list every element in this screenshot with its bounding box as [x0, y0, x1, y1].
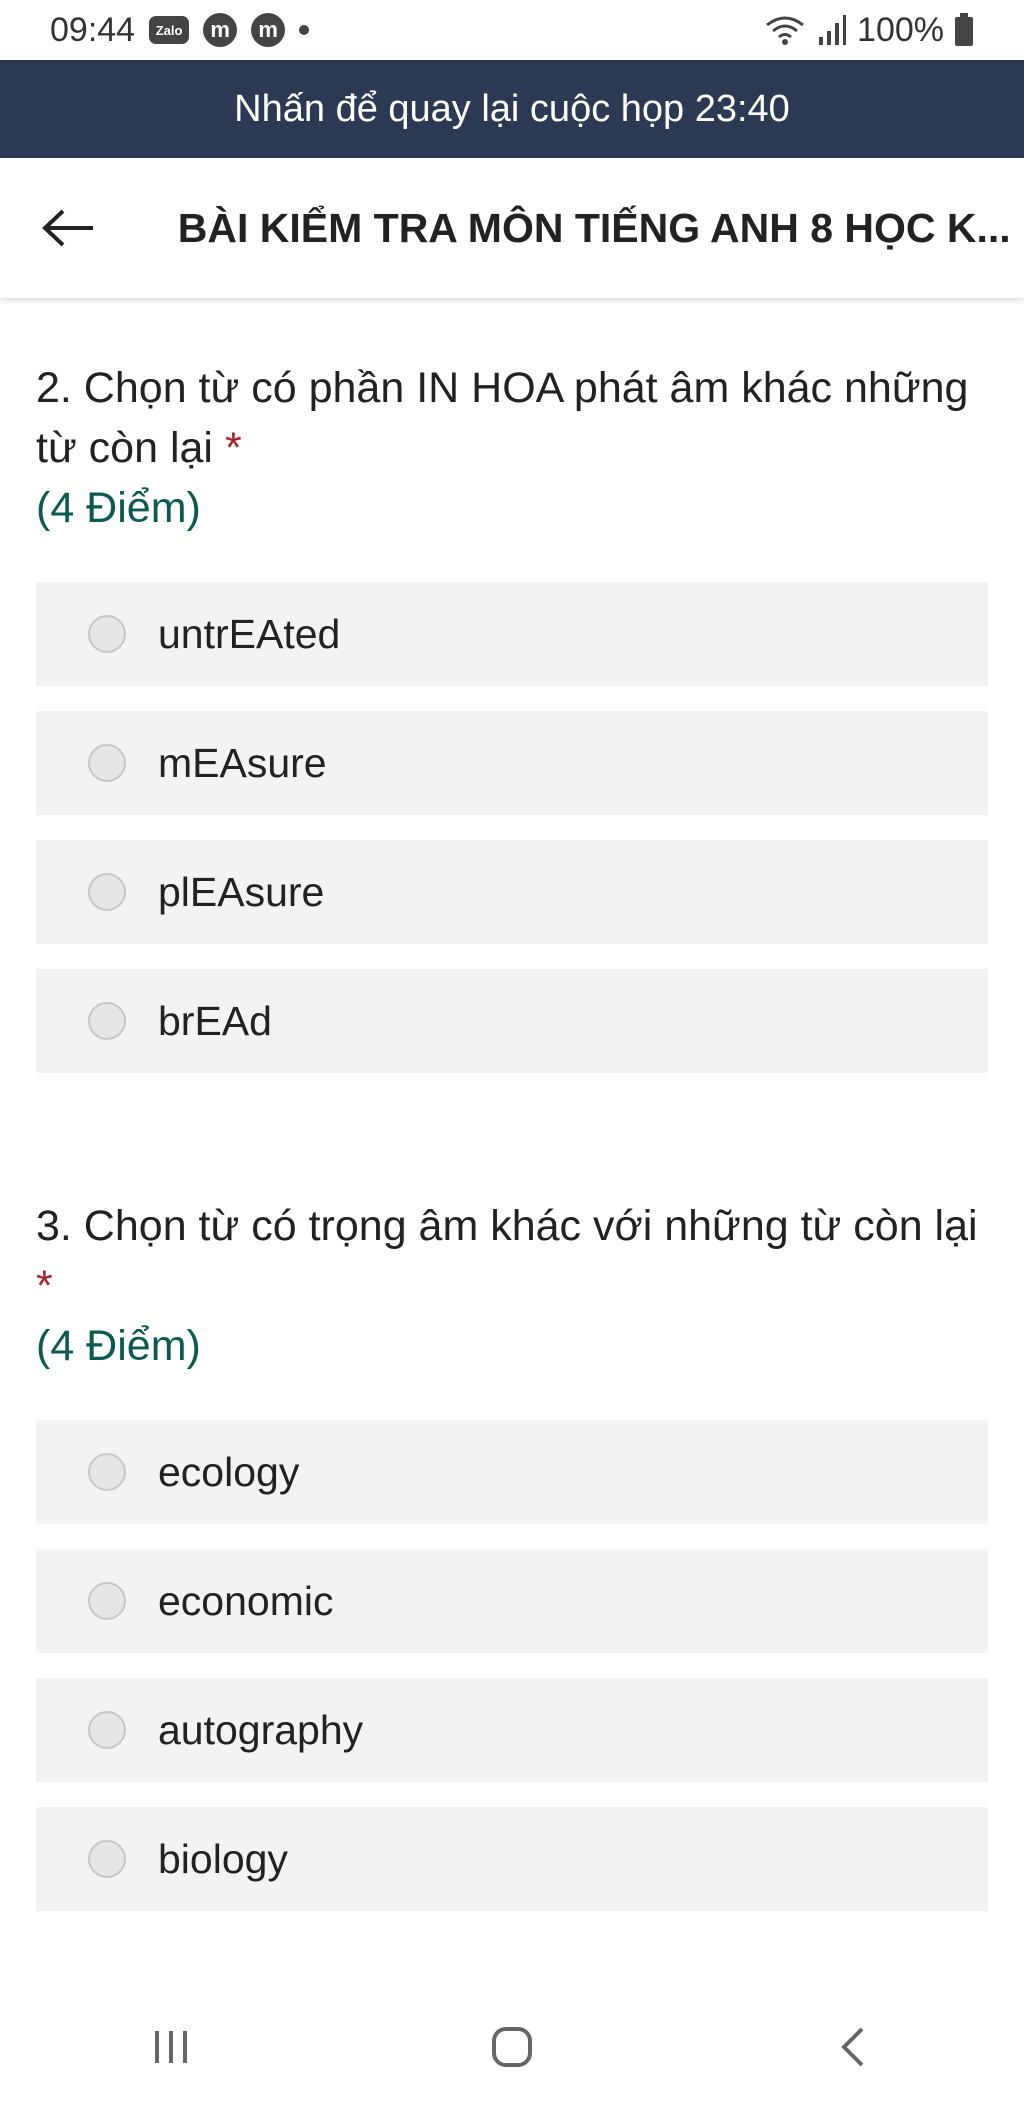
app-header: BÀI KIỂM TRA MÔN TIẾNG ANH 8 HỌC K...: [0, 158, 1024, 298]
question-2: 2. Chọn từ có phần IN HOA phát âm khác n…: [36, 358, 988, 538]
status-left: 09:44 Zalo m m: [50, 10, 310, 50]
battery-icon: [955, 13, 973, 46]
home-icon: [491, 2027, 532, 2067]
radio-button[interactable]: [88, 1840, 126, 1878]
question-points: (4 Điểm): [36, 1322, 201, 1370]
home-button[interactable]: [452, 2002, 572, 2092]
question-label: 2. Chọn từ có phần IN HOA phát âm khác n…: [36, 364, 969, 472]
back-button[interactable]: [0, 158, 138, 298]
recent-apps-icon: [154, 2031, 187, 2063]
option-label: brEAd: [158, 997, 272, 1044]
radio-button[interactable]: [88, 1453, 126, 1491]
question-text: 3. Chọn từ có trọng âm khác với những từ…: [36, 1196, 988, 1316]
wifi-icon: [766, 16, 804, 45]
radio-button[interactable]: [88, 1002, 126, 1040]
back-arrow-icon: [41, 209, 93, 247]
option-label: plEAsure: [158, 868, 325, 915]
question-text: 2. Chọn từ có phần IN HOA phát âm khác n…: [36, 358, 988, 478]
option-measure[interactable]: mEAsure: [36, 711, 988, 815]
radio-button[interactable]: [88, 615, 126, 653]
page-title: BÀI KIỂM TRA MÔN TIẾNG ANH 8 HỌC K...: [177, 204, 1011, 251]
option-pleasure[interactable]: plEAsure: [36, 840, 988, 944]
option-label: ecology: [158, 1448, 300, 1495]
option-ecology[interactable]: ecology: [36, 1420, 988, 1524]
banner-text: Nhấn để quay lại cuộc họp 23:40: [234, 87, 790, 130]
question-label: 3. Chọn từ có trọng âm khác với những từ…: [36, 1202, 978, 1250]
option-label: mEAsure: [158, 739, 327, 786]
option-bread[interactable]: brEAd: [36, 969, 988, 1073]
chevron-left-icon: [841, 2027, 864, 2067]
option-label: autography: [158, 1706, 364, 1753]
required-mark: *: [36, 1262, 53, 1310]
radio-button[interactable]: [88, 744, 126, 782]
option-economic[interactable]: economic: [36, 1549, 988, 1653]
option-autography[interactable]: autography: [36, 1678, 988, 1782]
status-bar: 09:44 Zalo m m 100%: [0, 0, 1024, 60]
status-time: 09:44: [50, 10, 136, 49]
option-biology[interactable]: biology: [36, 1807, 988, 1911]
back-nav-button[interactable]: [793, 2002, 913, 2092]
messenger-icon: m: [203, 13, 238, 47]
dot-icon: [299, 25, 310, 35]
radio-button[interactable]: [88, 873, 126, 911]
required-mark: *: [224, 424, 242, 472]
option-label: untrEAted: [158, 610, 341, 657]
return-to-meeting-banner[interactable]: Nhấn để quay lại cuộc họp 23:40: [0, 60, 1024, 158]
question-points: (4 Điểm): [36, 484, 201, 532]
radio-button[interactable]: [88, 1711, 126, 1749]
status-right: 100%: [763, 11, 974, 50]
option-untreated[interactable]: untrEAted: [36, 582, 988, 686]
question-3: 3. Chọn từ có trọng âm khác với những từ…: [36, 1196, 988, 1376]
battery-level: 100%: [857, 10, 944, 49]
zalo-icon: Zalo: [149, 16, 190, 44]
option-label: biology: [158, 1835, 288, 1882]
messenger-icon: m: [251, 13, 286, 47]
radio-button[interactable]: [88, 1582, 126, 1620]
navigation-bar: [0, 1990, 1024, 2104]
recent-apps-button[interactable]: [111, 2002, 231, 2092]
signal-icon: [819, 15, 847, 45]
option-label: economic: [158, 1577, 334, 1624]
